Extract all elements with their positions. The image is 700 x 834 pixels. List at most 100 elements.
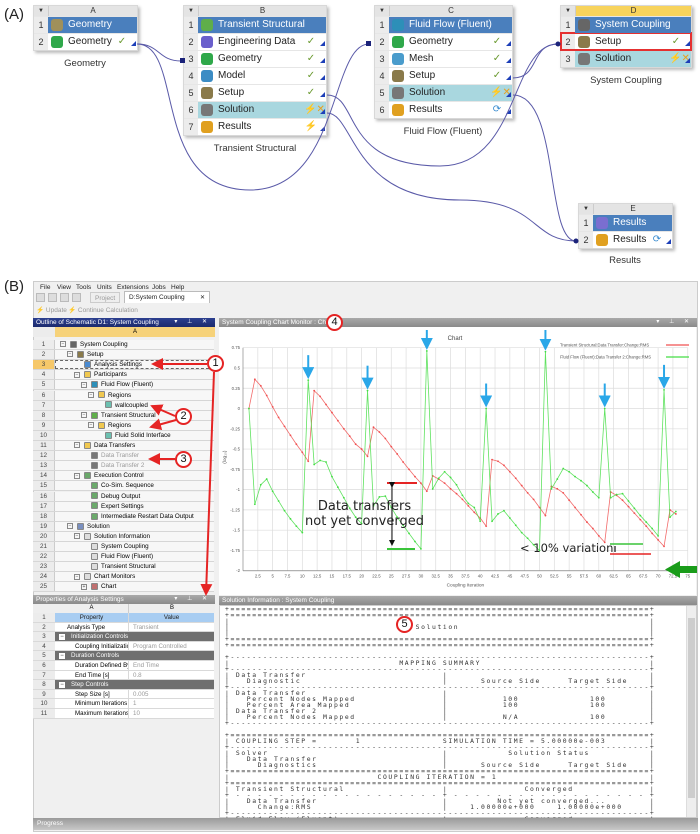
collapse-icon[interactable]: − <box>60 341 66 348</box>
cell-menu-icon[interactable] <box>318 123 326 131</box>
cell-menu-icon[interactable] <box>504 106 512 114</box>
tree-item[interactable]: 25 + Chart <box>33 582 214 593</box>
cell-geometry[interactable]: 2 Geometry ✓ <box>34 33 137 50</box>
property-row[interactable]: 7 End Time [s] 0.8 <box>33 670 214 681</box>
panel-controls[interactable]: ▾ ⊥ ✕ <box>656 318 693 327</box>
menu-help[interactable]: Help <box>171 284 184 291</box>
collapse-icon[interactable]: − <box>74 472 80 479</box>
cell-menu-icon[interactable] <box>504 38 512 46</box>
open-icon[interactable] <box>48 293 57 302</box>
property-row[interactable]: 5− Duration Controls <box>33 651 214 661</box>
tree-item[interactable]: 1− System Coupling <box>33 340 214 351</box>
cell-solution[interactable]: 5 Solution ⚡✕ <box>375 84 512 101</box>
property-value[interactable]: 10 <box>129 709 214 718</box>
property-row[interactable]: 8− Step Controls <box>33 680 214 690</box>
solution-scrollbar[interactable] <box>686 606 696 817</box>
new-icon[interactable] <box>36 293 45 302</box>
property-row[interactable]: 2 Analysis Type Transient <box>33 622 214 633</box>
cell-menu-icon[interactable] <box>504 55 512 63</box>
collapse-icon[interactable]: − <box>74 533 80 540</box>
collapse-icon[interactable]: − <box>74 573 80 580</box>
tree-item[interactable]: 23 Transient Structural <box>33 562 214 573</box>
close-tab-icon[interactable]: ✕ <box>200 292 205 304</box>
cell-menu-icon[interactable] <box>318 55 326 63</box>
cell-transient-structural[interactable]: 1 Transient Structural <box>184 16 326 33</box>
collapse-icon[interactable]: − <box>67 351 73 358</box>
tree-item[interactable]: 16 Debug Output <box>33 491 214 502</box>
cell-menu-icon[interactable] <box>683 55 691 63</box>
tree-item[interactable]: 4 − Participants <box>33 370 214 381</box>
cell-setup[interactable]: 5 Setup ✓ <box>184 84 326 101</box>
tree-item[interactable]: 18 Intermediate Restart Data Output <box>33 511 214 522</box>
collapse-icon[interactable]: − <box>74 442 80 449</box>
system-caption[interactable]: System Coupling <box>590 75 662 86</box>
tree-item[interactable]: 17 Expert Settings <box>33 501 214 512</box>
cell-menu-icon[interactable] <box>129 38 137 46</box>
update-button[interactable]: ⚡ Update <box>36 306 67 314</box>
cell-menu-icon[interactable] <box>318 89 326 97</box>
collapse-icon[interactable]: − <box>59 682 65 689</box>
property-value[interactable]: End Time <box>129 661 214 670</box>
cell-setup[interactable]: 4 Setup ✓ <box>375 67 512 84</box>
system-caption[interactable]: Geometry <box>64 58 106 69</box>
system-system-coupling[interactable]: ▼ D 1 System Coupling 2 Setup ✓ 3 Solution ⚡✕ <box>560 5 692 68</box>
system-menu-icon[interactable]: ▼ <box>34 6 48 16</box>
tree-item[interactable]: 21 System Coupling <box>33 542 214 553</box>
cell-menu-icon[interactable] <box>504 89 512 97</box>
property-row[interactable]: 11 Maximum Iterations 10 <box>33 709 214 719</box>
tree-item[interactable]: 2 − Setup <box>33 350 214 361</box>
property-row[interactable]: 4 Coupling Initialization Program Controll… <box>33 641 214 652</box>
tree-item[interactable]: 15 Co-Sim. Sequence <box>33 481 214 492</box>
collapse-icon[interactable]: − <box>59 653 65 660</box>
property-value[interactable]: 0.005 <box>129 689 214 699</box>
property-row[interactable]: 9 Step Size [s] 0.005 <box>33 689 214 700</box>
cell-results[interactable]: 6 Results ⟳ <box>375 101 512 118</box>
tree-item[interactable]: 22 Fluid Flow (Fluent) <box>33 552 214 563</box>
system-menu-icon[interactable]: ▼ <box>579 204 593 214</box>
system-fluid-flow[interactable]: ▼ C 1 Fluid Flow (Fluent) 2 Geometry ✓ 3 Mesh ✓ 4 S… <box>374 5 513 119</box>
property-value[interactable]: Transient <box>129 622 214 632</box>
column-b-header[interactable]: B <box>129 604 215 613</box>
collapse-icon[interactable]: − <box>74 371 80 378</box>
tree-item[interactable]: 6 − Regions <box>33 390 214 401</box>
tree-item[interactable]: 24 − Chart Monitors <box>33 572 214 583</box>
continue-calculation-button[interactable]: ⚡ Continue Calculation <box>68 306 138 314</box>
property-value[interactable]: Program Controlled <box>129 641 214 651</box>
collapse-icon[interactable]: − <box>88 422 94 429</box>
menu-file[interactable]: File <box>40 284 50 291</box>
panel-controls[interactable]: ▾ ⊥ ✕ <box>174 595 211 604</box>
system-results[interactable]: ▼ E 1 Results 2 Results ⟳ <box>578 203 673 249</box>
cell-results[interactable]: 1 Results <box>579 214 672 231</box>
cell-geometry[interactable]: 3 Geometry ✓ <box>184 50 326 67</box>
menu-jobs[interactable]: Jobs <box>152 284 166 291</box>
tab-system-coupling[interactable]: D:System Coupling ✕ <box>124 291 210 303</box>
menu-extensions[interactable]: Extensions <box>117 284 149 291</box>
property-value[interactable]: 1 <box>129 699 214 708</box>
cell-menu-icon[interactable] <box>504 72 512 80</box>
tree-item[interactable]: 11 − Data Transfers <box>33 441 214 452</box>
tree-item[interactable]: 14 − Execution Control <box>33 471 214 482</box>
cell-solution[interactable]: 6 Solution ⚡✕ <box>184 101 326 118</box>
panel-controls[interactable]: ▾ ⊥ ✕ <box>174 318 211 327</box>
cell-menu-icon[interactable] <box>664 236 672 244</box>
property-row[interactable]: 1 Property Value <box>33 613 214 623</box>
cell-mesh[interactable]: 3 Mesh ✓ <box>375 50 512 67</box>
cell-menu-icon[interactable] <box>318 38 326 46</box>
collapse-icon[interactable]: − <box>81 412 87 419</box>
menu-tools[interactable]: Tools <box>76 284 91 291</box>
cell-model[interactable]: 4 Model ✓ <box>184 67 326 84</box>
system-caption[interactable]: Fluid Flow (Fluent) <box>404 126 483 137</box>
cell-menu-icon[interactable] <box>683 38 691 46</box>
system-menu-icon[interactable]: ▼ <box>184 6 198 16</box>
system-caption[interactable]: Transient Structural <box>214 143 297 154</box>
tree-item[interactable]: 5 − Fluid Flow (Fluent) <box>33 380 214 391</box>
menu-units[interactable]: Units <box>97 284 112 291</box>
property-value[interactable]: 0.8 <box>129 670 214 680</box>
system-menu-icon[interactable]: ▼ <box>561 6 575 16</box>
cell-menu-icon[interactable] <box>318 72 326 80</box>
column-a-header[interactable]: A <box>55 604 129 613</box>
system-geometry[interactable]: ▼ A 1 Geometry 2 Geometry ✓ <box>33 5 138 51</box>
tree-item[interactable]: 19 − Solution <box>33 521 214 532</box>
column-a-header[interactable]: A <box>55 327 215 337</box>
cell-fluid-flow-fluent-[interactable]: 1 Fluid Flow (Fluent) <box>375 16 512 33</box>
